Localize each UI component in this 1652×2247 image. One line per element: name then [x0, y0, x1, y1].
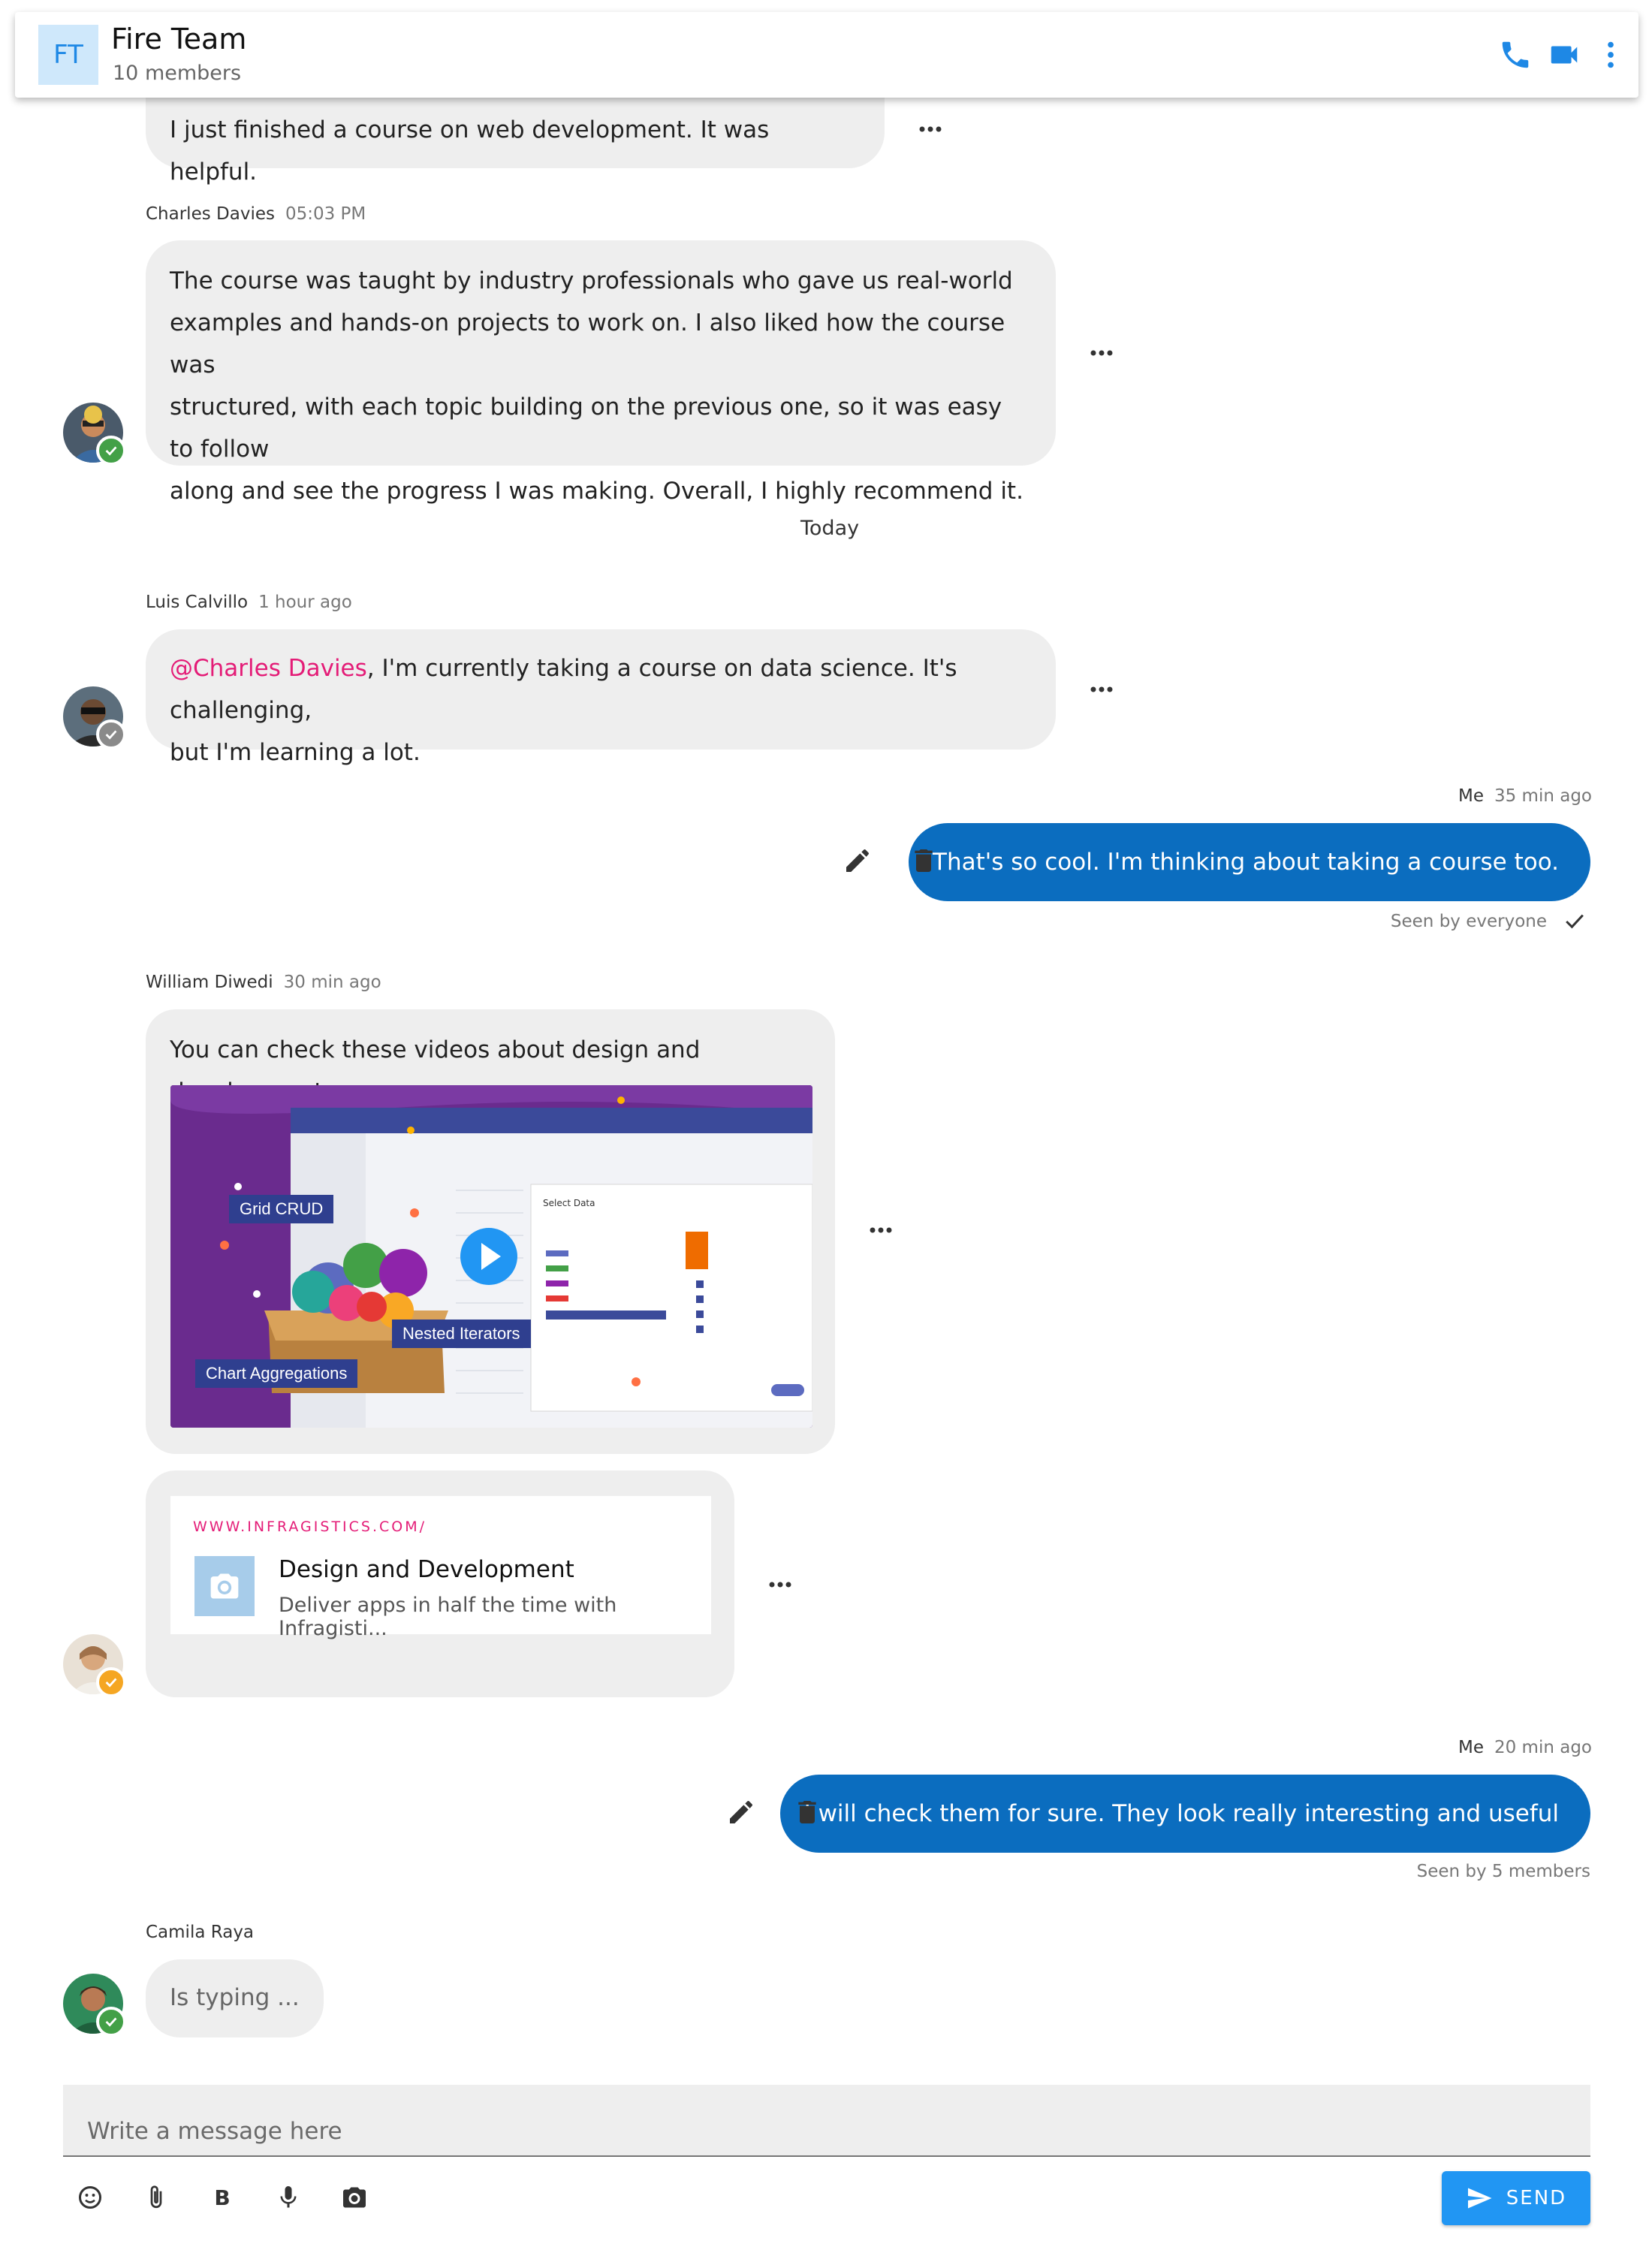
link-title[interactable]: Design and Development: [279, 1556, 574, 1583]
video-thumbnail[interactable]: Grid CRUD Nested Iterators Chart Aggrega…: [170, 1085, 812, 1428]
my-message-bubble[interactable]: That's so cool. I'm thinking about takin…: [909, 823, 1590, 901]
camera-icon: [194, 1556, 255, 1616]
message-more-icon[interactable]: [1087, 345, 1117, 360]
chat-title: Fire Team: [111, 23, 247, 56]
message-input[interactable]: [63, 2085, 1590, 2155]
delete-icon[interactable]: [909, 846, 939, 876]
member-count[interactable]: 10 members: [113, 62, 241, 85]
message-bubble[interactable]: I just finished a course on web developm…: [146, 87, 885, 185]
send-icon: [1467, 2188, 1492, 2209]
video-icon[interactable]: [1547, 38, 1581, 72]
message-text: I will check them for sure. They look re…: [803, 1800, 1559, 1827]
message-input-container[interactable]: [63, 2085, 1590, 2157]
message-text: I just finished a course on web developm…: [170, 116, 770, 185]
message-meta: Me 20 min ago: [1458, 1738, 1592, 1757]
date-divider: Today: [800, 517, 860, 540]
camera-icon[interactable]: [338, 2181, 371, 2214]
sender-name: Charles Davies: [146, 204, 275, 224]
seen-text: Seen by 5 members: [1416, 1862, 1590, 1881]
sender-name: Me: [1458, 1738, 1484, 1757]
edit-icon[interactable]: [726, 1797, 756, 1827]
more-vert-icon[interactable]: [1593, 38, 1628, 72]
my-message-bubble[interactable]: I will check them for sure. They look re…: [779, 1775, 1590, 1853]
message-time: 30 min ago: [283, 973, 381, 992]
emoji-icon[interactable]: [74, 2181, 107, 2214]
message-meta: Luis Calvillo 1 hour ago: [146, 593, 352, 612]
feature-label: Chart Aggregations: [195, 1359, 358, 1388]
message-bubble[interactable]: The course was taught by industry profes…: [146, 240, 1056, 505]
send-label: SEND: [1506, 2187, 1567, 2209]
link-preview-card[interactable]: WWW.INFRAGISTICS.COM/ Design and Develop…: [170, 1496, 711, 1640]
online-status-icon: [96, 436, 126, 466]
message-more-icon[interactable]: [1087, 682, 1117, 697]
feature-label: Grid CRUD: [229, 1195, 334, 1223]
message-meta: William Diwedi 30 min ago: [146, 973, 381, 992]
message-line: structured, with each topic building on …: [170, 394, 1002, 463]
link-description: Deliver apps in half the time with Infra…: [279, 1594, 617, 1640]
message-more-icon[interactable]: [915, 122, 945, 137]
message-more-icon[interactable]: [765, 1577, 795, 1592]
bold-icon[interactable]: B: [206, 2181, 239, 2214]
message-meta: Charles Davies 05:03 PM: [146, 204, 366, 224]
message-line: The course was taught by industry profes…: [170, 267, 1013, 294]
message-meta: Me 35 min ago: [1458, 786, 1592, 806]
dialog-title: Select Data: [543, 1198, 595, 1208]
typing-bubble: Is typing ...: [146, 1959, 324, 2037]
message-bubble[interactable]: @Charles Davies, I'm currently taking a …: [146, 629, 1056, 766]
message-time: 20 min ago: [1494, 1738, 1592, 1757]
edit-icon[interactable]: [843, 846, 873, 876]
message-text: That's so cool. I'm thinking about takin…: [933, 849, 1559, 876]
sender-name: Luis Calvillo: [146, 593, 249, 612]
online-status-icon: [96, 2007, 126, 2037]
message-time: 35 min ago: [1494, 786, 1592, 806]
message-more-icon[interactable]: [866, 1223, 896, 1238]
message-time: 1 hour ago: [258, 593, 352, 612]
message-line: examples and hands-on projects to work o…: [170, 309, 1005, 379]
message-line: but I'm learning a lot.: [170, 739, 421, 766]
seen-text: Seen by everyone: [1390, 912, 1547, 931]
link-url[interactable]: WWW.INFRAGISTICS.COM/: [193, 1519, 427, 1535]
message-line: along and see the progress I was making.…: [170, 478, 1023, 505]
typing-indicator: Is typing ...: [170, 1984, 300, 2011]
mic-icon[interactable]: [272, 2181, 305, 2214]
chat-header: FT Fire Team 10 members: [15, 12, 1638, 98]
offline-status-icon: [96, 719, 126, 750]
mention-link[interactable]: @Charles Davies: [170, 655, 367, 682]
attach-icon[interactable]: [140, 2181, 173, 2214]
message-time: 05:03 PM: [285, 204, 366, 224]
sender-name: William Diwedi: [146, 973, 273, 992]
team-avatar[interactable]: FT: [38, 25, 98, 85]
delete-icon[interactable]: [792, 1797, 822, 1827]
feature-label: Nested Iterators: [392, 1320, 531, 1348]
sender-name: Camila Raya: [146, 1923, 255, 1942]
check-icon: [1566, 914, 1584, 929]
phone-icon[interactable]: [1498, 38, 1533, 72]
seen-status: Seen by everyone: [1391, 912, 1586, 931]
sender-name: Me: [1458, 786, 1484, 806]
send-button[interactable]: SEND: [1442, 2171, 1590, 2225]
message-line: @Charles Davies, I'm currently taking a …: [170, 647, 1032, 731]
away-status-icon: [96, 1667, 126, 1697]
